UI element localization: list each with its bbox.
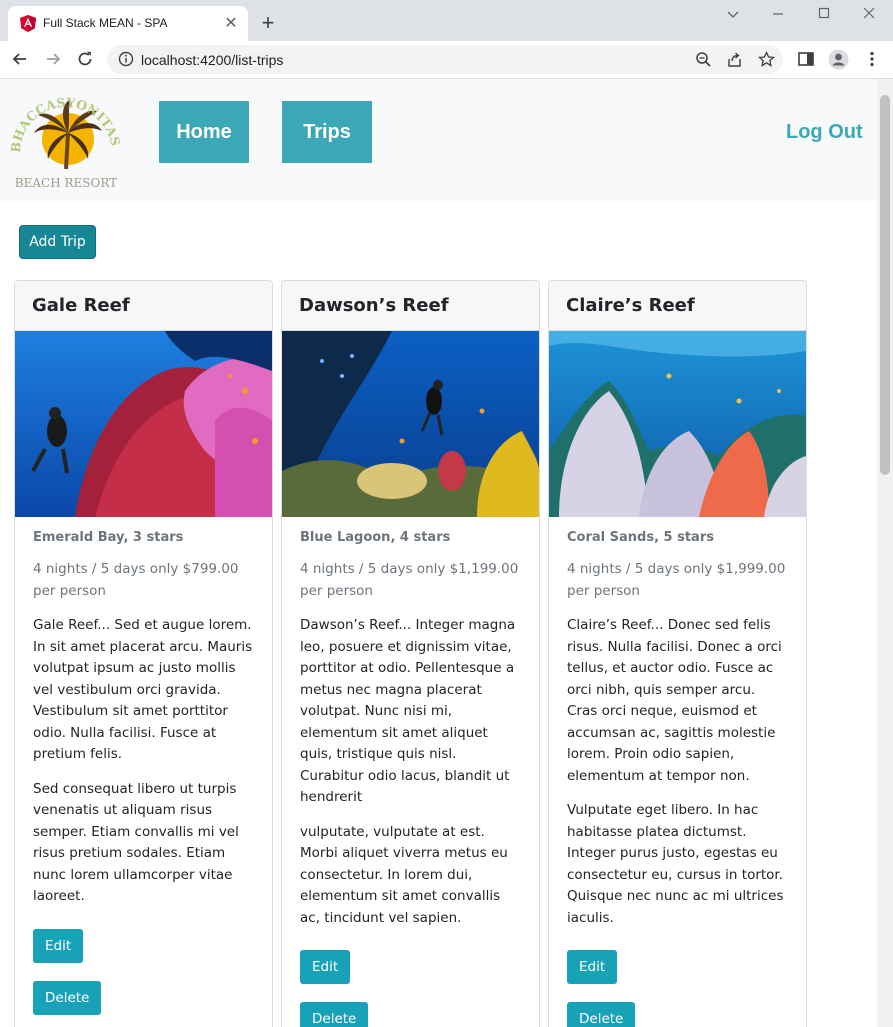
trip-resort: Emerald Bay, 3 stars	[33, 530, 184, 545]
trip-name: Gale Reef	[32, 295, 130, 316]
trip-description: Claire’s Reef... Donec sed felis risus. …	[567, 617, 782, 784]
new-tab-button[interactable]: +	[257, 12, 279, 34]
browser-tab-strip: Full Stack MEAN - SPA ✕ +	[0, 0, 893, 41]
reload-icon[interactable]	[75, 49, 95, 69]
delete-trip-button[interactable]: Delete	[33, 980, 102, 1015]
resort-logo[interactable]: BHACCASYONITAS BEACH RESORT	[10, 87, 122, 191]
trip-description: Vulputate eget libero. In hac habitasse …	[567, 802, 784, 926]
minimize-icon[interactable]	[767, 4, 789, 24]
card-body: Blue Lagoon, 4 stars 4 nights / 5 days o…	[282, 517, 539, 1027]
card-header: Gale Reef	[15, 281, 272, 331]
address-bar[interactable]: localhost:4200/list-trips	[107, 45, 783, 74]
forward-arrow-icon[interactable]	[43, 49, 63, 69]
edit-trip-button[interactable]: Edit	[300, 950, 351, 984]
url-text[interactable]: localhost:4200/list-trips	[141, 52, 283, 68]
share-icon[interactable]	[726, 51, 743, 68]
trip-description: Sed consequat libero ut turpis venenatis…	[33, 780, 239, 905]
edit-trip-button[interactable]: Edit	[567, 950, 618, 984]
trip-price: 4 nights / 5 days only $1,199.00 per per…	[300, 561, 519, 599]
trip-card-gale-reef: Gale Reef Emerald Bay, 3 stars 4 nights …	[14, 280, 273, 1027]
trip-card-dawsons-reef: Dawson’s Reef Blue Lagoon, 4 stars 4 nig…	[281, 280, 540, 1027]
site-info-icon[interactable]	[118, 51, 134, 67]
more-menu-icon[interactable]	[863, 50, 881, 68]
profile-avatar-icon[interactable]	[828, 49, 849, 70]
trip-description: Dawson’s Reef... Integer magna leo, posu…	[300, 617, 516, 805]
trip-name: Dawson’s Reef	[299, 295, 449, 316]
close-tab-icon[interactable]: ✕	[222, 14, 240, 32]
trip-resort: Coral Sands, 5 stars	[567, 530, 714, 545]
maximize-icon[interactable]	[813, 4, 835, 24]
scrollbar-thumb[interactable]	[880, 95, 890, 475]
nav-trips-link[interactable]: Trips	[282, 101, 372, 163]
card-header: Dawson’s Reef	[282, 281, 539, 331]
close-window-icon[interactable]	[858, 4, 880, 24]
page-scrollbar[interactable]	[877, 79, 893, 1027]
browser-toolbar: localhost:4200/list-trips	[0, 41, 893, 79]
zoom-icon[interactable]	[695, 51, 712, 68]
trip-image	[549, 331, 806, 517]
side-panel-icon[interactable]	[797, 50, 815, 68]
logo-bottom-text: BEACH RESORT	[15, 176, 117, 190]
edit-trip-button[interactable]: Edit	[33, 928, 84, 963]
card-body: Emerald Bay, 3 stars 4 nights / 5 days o…	[15, 517, 272, 1027]
trip-description: vulputate, vulputate at est. Morbi aliqu…	[300, 823, 508, 926]
bookmark-star-icon[interactable]	[758, 51, 775, 68]
card-body: Coral Sands, 5 stars 4 nights / 5 days o…	[549, 517, 806, 1027]
angular-logo-icon	[20, 15, 36, 32]
page-viewport: BHACCASYONITAS BEACH RESORT Home Trips L…	[0, 79, 877, 1027]
back-arrow-icon[interactable]	[10, 49, 30, 69]
trip-card-claires-reef: Claire’s Reef Coral Sands, 5 stars 4 nig…	[548, 280, 807, 1027]
card-header: Claire’s Reef	[549, 281, 806, 331]
trip-image	[15, 331, 272, 517]
nav-home-link[interactable]: Home	[159, 101, 249, 163]
site-navbar: BHACCASYONITAS BEACH RESORT Home Trips L…	[0, 79, 877, 201]
logout-link[interactable]: Log Out	[786, 121, 863, 144]
trip-name: Claire’s Reef	[566, 295, 695, 316]
tab-title: Full Stack MEAN - SPA	[43, 16, 168, 30]
trip-price: 4 nights / 5 days only $799.00 per perso…	[33, 561, 239, 599]
chevron-down-icon[interactable]	[722, 4, 744, 24]
trip-price: 4 nights / 5 days only $1,999.00 per per…	[567, 561, 786, 599]
delete-trip-button[interactable]: Delete	[567, 1002, 636, 1027]
trip-image	[282, 331, 539, 517]
trip-description: Gale Reef... Sed et augue lorem. In sit …	[33, 617, 253, 762]
delete-trip-button[interactable]: Delete	[300, 1002, 369, 1027]
add-trip-button[interactable]: Add Trip	[19, 225, 96, 259]
browser-tab-active[interactable]: Full Stack MEAN - SPA ✕	[8, 6, 248, 41]
trip-resort: Blue Lagoon, 4 stars	[300, 530, 451, 545]
